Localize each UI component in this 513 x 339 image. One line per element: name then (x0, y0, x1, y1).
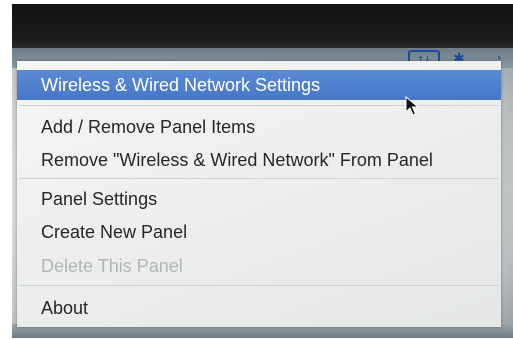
menu-item-delete-panel: Delete This Panel (41, 256, 183, 276)
mouse-pointer-icon (405, 96, 419, 116)
menu-separator (19, 178, 499, 179)
panel-context-menu: Wireless & Wired Network Settings Add / … (17, 61, 501, 327)
menu-separator (19, 105, 499, 106)
menu-item-network-settings[interactable]: Wireless & Wired Network Settings (17, 70, 501, 100)
monitor-bezel (12, 4, 513, 48)
menu-item-panel-settings[interactable]: Panel Settings (17, 186, 501, 212)
menu-item-add-remove-panel-items[interactable]: Add / Remove Panel Items (17, 114, 501, 140)
menu-separator (19, 285, 499, 286)
menu-item-remove-network-from-panel[interactable]: Remove "Wireless & Wired Network" From P… (17, 147, 501, 173)
menu-item-about[interactable]: About (17, 295, 501, 321)
menu-item-create-new-panel[interactable]: Create New Panel (17, 219, 501, 245)
